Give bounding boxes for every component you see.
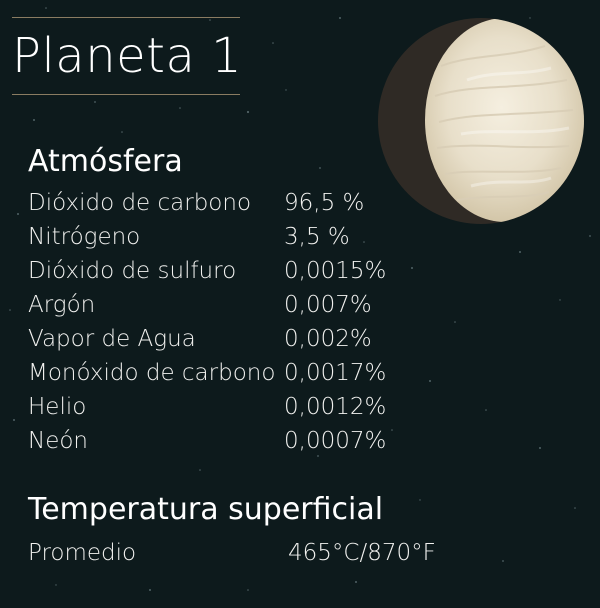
- gas-value: 0,0015%: [284, 258, 387, 284]
- title-top-rule: [12, 17, 240, 18]
- gas-value: 0,007%: [284, 292, 372, 318]
- atmosphere-row: Monóxido de carbono 0,0017%: [28, 356, 408, 390]
- temperature-row: Promedio 465°C/870°F: [28, 536, 448, 570]
- gas-value: 3,5 %: [284, 224, 350, 250]
- gas-label: Dióxido de sulfuro: [28, 258, 237, 284]
- gas-label: Neón: [28, 428, 89, 454]
- atmosphere-heading: Atmósfera: [28, 144, 183, 179]
- temperature-value: 465°C/870°F: [288, 540, 436, 566]
- atmosphere-row: Dióxido de sulfuro 0,0015%: [28, 254, 408, 288]
- title-bottom-rule: [12, 94, 240, 95]
- temperature-label: Promedio: [28, 540, 137, 566]
- gas-label: Dióxido de carbono: [28, 190, 252, 216]
- atmosphere-row: Neón 0,0007%: [28, 424, 408, 458]
- atmosphere-row: Argón 0,007%: [28, 288, 408, 322]
- gas-label: Helio: [28, 394, 87, 420]
- atmosphere-row: Dióxido de carbono 96,5 %: [28, 186, 408, 220]
- gas-value: 0,0007%: [284, 428, 387, 454]
- gas-value: 96,5 %: [284, 190, 365, 216]
- gas-label: Argón: [28, 292, 96, 318]
- gas-label: Vapor de Agua: [28, 326, 196, 352]
- gas-value: 0,0017%: [284, 360, 387, 386]
- atmosphere-row: Helio 0,0012%: [28, 390, 408, 424]
- gas-value: 0,002%: [284, 326, 372, 352]
- temperature-heading: Temperatura superficial: [28, 492, 384, 527]
- gas-label: Monóxido de carbono: [28, 360, 276, 386]
- atmosphere-row: Vapor de Agua 0,002%: [28, 322, 408, 356]
- atmosphere-row: Nitrógeno 3,5 %: [28, 220, 408, 254]
- gas-value: 0,0012%: [284, 394, 387, 420]
- gas-label: Nitrógeno: [28, 224, 141, 250]
- page-title: Planeta 1: [12, 28, 243, 84]
